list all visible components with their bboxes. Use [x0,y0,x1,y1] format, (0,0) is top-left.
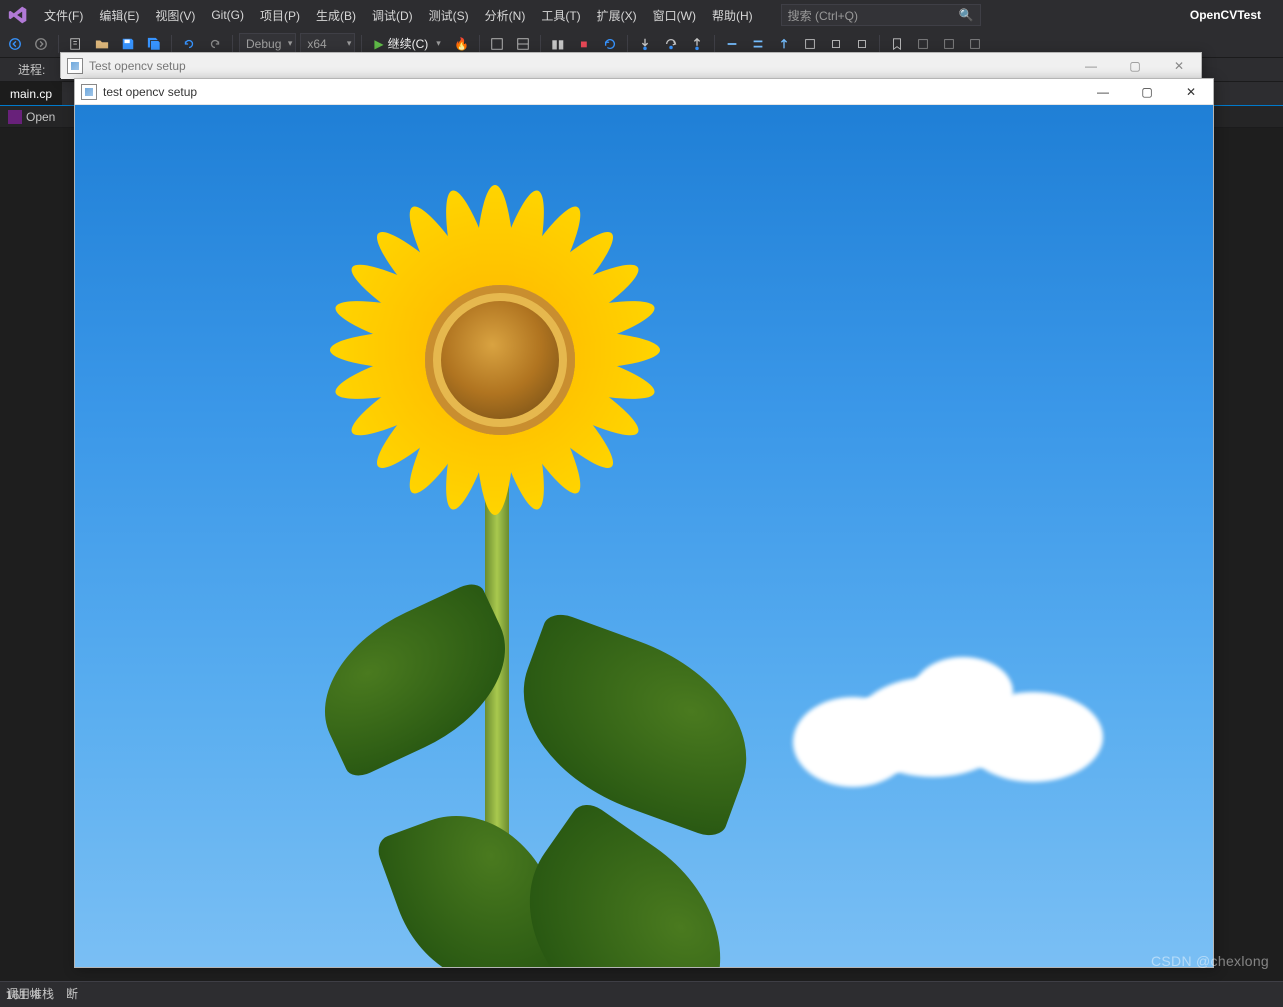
minimize-button[interactable]: — [1069,53,1113,79]
menu-git[interactable]: Git(G) [203,4,252,26]
menu-extensions[interactable]: 扩展(X) [589,3,645,28]
leaf [495,609,775,841]
process-label: 进程: [18,61,45,78]
menu-debug[interactable]: 调试(D) [364,3,421,28]
menu-view[interactable]: 视图(V) [147,3,203,28]
nav-label: Open [26,110,55,124]
window-app-icon [67,58,83,74]
watermark: CSDN @chexlong [1151,953,1269,969]
play-icon: ▶ [374,37,383,51]
separator [361,35,362,53]
sunflower-center [425,285,575,435]
separator [879,35,880,53]
separator [171,35,172,53]
separator [540,35,541,53]
nav-back-button[interactable] [4,33,26,55]
vs-logo [4,1,32,29]
tab-breakpoints[interactable]: 断 [66,985,78,1002]
image-window-back-titlebar[interactable]: Test opencv setup — ▢ ✕ [61,53,1201,79]
menu-help[interactable]: 帮助(H) [704,3,761,28]
separator [627,35,628,53]
image-window-front-title: test opencv setup [103,85,197,99]
separator [479,35,480,53]
maximize-button[interactable]: ▢ [1113,53,1157,79]
menu-window[interactable]: 窗口(W) [645,3,704,28]
close-button[interactable]: ✕ [1169,79,1213,105]
image-canvas [75,105,1213,967]
tab-main-cpp[interactable]: main.cp [0,82,62,105]
separator [714,35,715,53]
menu-bar: 文件(F) 编辑(E) 视图(V) Git(G) 项目(P) 生成(B) 调试(… [0,0,1283,30]
menu-edit[interactable]: 编辑(E) [91,3,147,28]
sunflower-head [335,195,655,515]
menu-test[interactable]: 测试(S) [421,3,477,28]
close-button[interactable]: ✕ [1157,53,1201,79]
bottom-tabs: 调用堆栈 断 [0,982,1283,1004]
image-window-front[interactable]: test opencv setup — ▢ ✕ [74,78,1214,968]
image-window-front-titlebar[interactable]: test opencv setup — ▢ ✕ [75,79,1213,105]
search-placeholder: 搜索 (Ctrl+Q) [788,7,858,24]
search-input[interactable]: 搜索 (Ctrl+Q) 🔍 [781,4,981,26]
menu-analyze[interactable]: 分析(N) [477,3,534,28]
separator [232,35,233,53]
tab-callstack[interactable]: 调用堆栈 [6,985,54,1002]
minimize-button[interactable]: — [1081,79,1125,105]
maximize-button[interactable]: ▢ [1125,79,1169,105]
image-window-back-title: Test opencv setup [89,59,186,73]
menu-project[interactable]: 项目(P) [252,3,308,28]
menu-build[interactable]: 生成(B) [308,3,364,28]
menu-file[interactable]: 文件(F) [36,3,91,28]
nav-forward-button[interactable] [30,33,52,55]
continue-label: 继续(C) [388,35,429,52]
separator [58,35,59,53]
menu-tools[interactable]: 工具(T) [533,3,588,28]
project-icon [8,110,22,124]
cloud-shape [793,647,1133,787]
window-app-icon [81,84,97,100]
solution-name: OpenCVTest [1172,4,1279,26]
search-icon: 🔍 [959,8,974,22]
image-window-back[interactable]: Test opencv setup — ▢ ✕ [60,52,1202,78]
